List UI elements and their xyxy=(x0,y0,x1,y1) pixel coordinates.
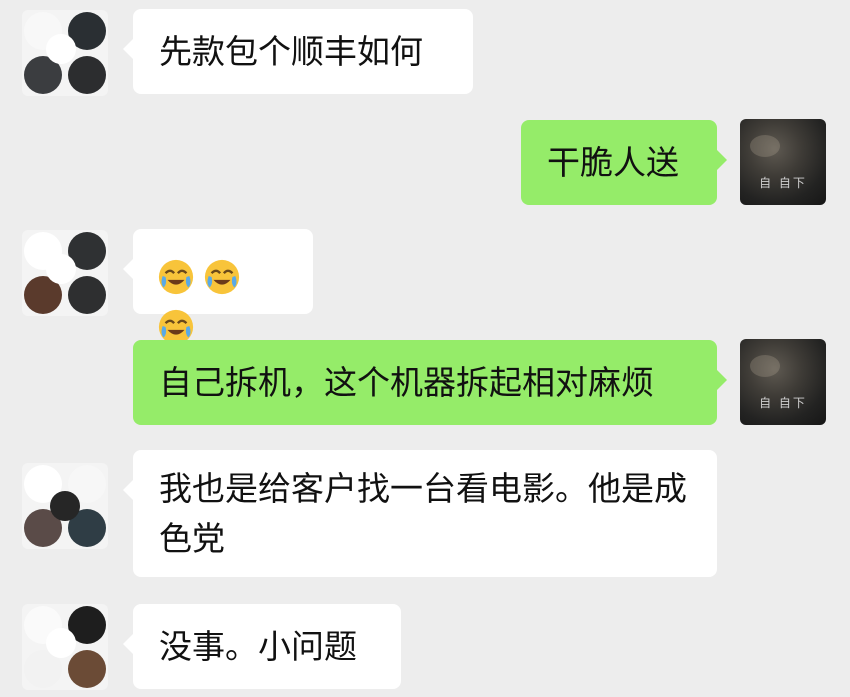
message-bubble[interactable]: 我也是给客户找一台看电影。他是成色党 xyxy=(123,450,717,577)
contact-avatar[interactable] xyxy=(22,463,108,549)
contact-avatar[interactable] xyxy=(22,10,108,96)
message-text: 我也是给客户找一台看电影。他是成色党 xyxy=(159,469,687,558)
message-text: 干脆人送 xyxy=(547,143,679,182)
avatar-caption: 自 自下 xyxy=(759,176,807,190)
message-bubble[interactable]: 没事。小问题 xyxy=(123,604,401,689)
my-avatar[interactable]: 自 自下 xyxy=(740,339,826,425)
message-bubble[interactable]: 自己拆机，这个机器拆起相对麻烦 xyxy=(133,340,727,425)
contact-avatar[interactable] xyxy=(22,230,108,316)
message-bubble[interactable]: 先款包个顺丰如何 xyxy=(123,9,473,94)
my-avatar[interactable]: 自 自下 xyxy=(740,119,826,205)
avatar-caption: 自 自下 xyxy=(759,396,807,410)
contact-avatar[interactable] xyxy=(22,604,108,690)
message-bubble[interactable]: 干脆人送 xyxy=(521,120,727,205)
message-bubble[interactable] xyxy=(123,229,313,344)
message-text: 先款包个顺丰如何 xyxy=(159,32,423,71)
message-text: 自己拆机，这个机器拆起相对麻烦 xyxy=(159,363,654,402)
crying-laughing-emoji xyxy=(158,259,194,294)
crying-laughing-emoji xyxy=(204,259,240,294)
message-text: 没事。小问题 xyxy=(159,627,357,666)
